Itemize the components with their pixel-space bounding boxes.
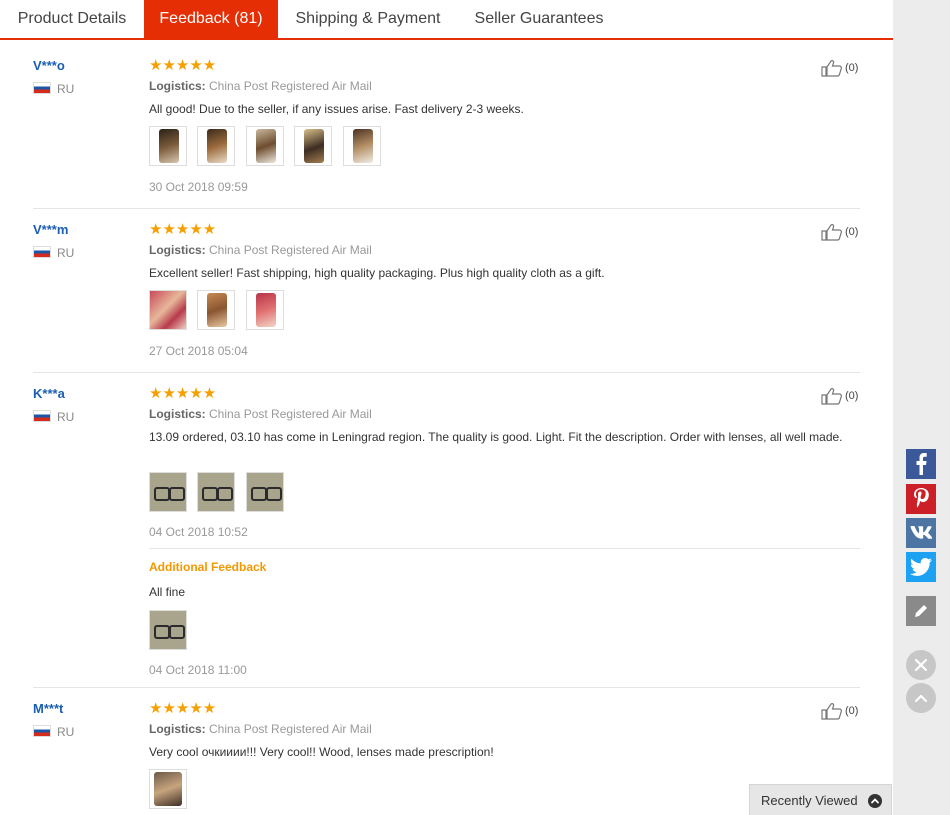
review-text: Very cool очкииии!!! Very cool!! Wood, l…	[149, 745, 494, 759]
review-photo-thumbnail[interactable]	[149, 610, 187, 650]
logistics-label: Logistics:	[149, 722, 206, 736]
additional-feedback-text: All fine	[149, 585, 186, 599]
facebook-icon	[916, 453, 927, 475]
pinterest-share-button[interactable]	[906, 484, 936, 514]
logistics-method: China Post Registered Air Mail	[209, 243, 372, 257]
review-text: All good! Due to the seller, if any issu…	[149, 102, 524, 116]
russia-flag-icon	[33, 725, 51, 737]
review-divider	[33, 687, 860, 688]
helpful-count: (0)	[845, 62, 859, 74]
review-text: 13.09 ordered, 03.10 has come in Leningr…	[149, 430, 843, 444]
review-photo-thumbnail[interactable]	[149, 290, 187, 330]
reviewer-name[interactable]: M***t	[33, 701, 63, 716]
reviewer-country: RU	[33, 82, 74, 96]
logistics-label: Logistics:	[149, 243, 206, 257]
review-photo-thumbnail[interactable]	[245, 472, 284, 512]
logistics-info: Logistics: China Post Registered Air Mai…	[149, 243, 372, 257]
thumbs-up-icon	[821, 703, 842, 720]
chevron-up-icon	[868, 794, 882, 808]
logistics-label: Logistics:	[149, 407, 206, 421]
russia-flag-icon	[33, 82, 51, 94]
logistics-method: China Post Registered Air Mail	[209, 79, 372, 93]
logistics-info: Logistics: China Post Registered Air Mai…	[149, 79, 372, 93]
russia-flag-icon	[33, 246, 51, 258]
review-photo-thumbnail[interactable]	[149, 769, 187, 809]
additional-feedback-photos	[149, 610, 193, 655]
additional-feedback-date: 04 Oct 2018 11:00	[149, 663, 247, 677]
review-divider	[33, 372, 860, 373]
review-photo-thumbnail[interactable]	[149, 472, 187, 512]
review-date: 04 Oct 2018 10:52	[149, 525, 248, 539]
recently-viewed-label: Recently Viewed	[761, 793, 858, 808]
additional-feedback-divider	[149, 548, 860, 549]
star-rating: ★★★★★	[149, 221, 217, 238]
reviewer-name[interactable]: V***m	[33, 222, 68, 237]
vk-share-button[interactable]	[906, 518, 936, 548]
review-photos	[149, 472, 290, 517]
logistics-method: China Post Registered Air Mail	[209, 407, 372, 421]
review-photo-thumbnail[interactable]	[197, 472, 236, 512]
tab-shipping-payment[interactable]: Shipping & Payment	[278, 0, 458, 38]
country-code: RU	[57, 725, 75, 739]
review-date: 27 Oct 2018 05:04	[149, 344, 248, 358]
logistics-label: Logistics:	[149, 79, 206, 93]
helpful-button[interactable]: (0)	[821, 223, 858, 241]
review-photo-thumbnail[interactable]	[149, 126, 187, 166]
reviewer-country: RU	[33, 725, 74, 739]
close-icon	[914, 658, 928, 672]
review-photo-thumbnail[interactable]	[245, 126, 284, 166]
helpful-button[interactable]: (0)	[821, 59, 858, 77]
tab-bar: Product Details Feedback (81) Shipping &…	[0, 0, 893, 40]
helpful-button[interactable]: (0)	[821, 387, 858, 405]
reviewer-country: RU	[33, 246, 74, 260]
helpful-button[interactable]: (0)	[821, 702, 858, 720]
review-photos	[149, 290, 290, 335]
helpful-count: (0)	[845, 226, 859, 238]
helpful-count: (0)	[845, 390, 859, 402]
review-text: Excellent seller! Fast shipping, high qu…	[149, 266, 605, 280]
reviewer-country: RU	[33, 410, 74, 424]
star-rating: ★★★★★	[149, 700, 217, 717]
twitter-share-button[interactable]	[906, 552, 936, 582]
reviewer-name[interactable]: V***o	[33, 58, 65, 73]
pinterest-icon	[914, 488, 929, 508]
country-code: RU	[57, 82, 75, 96]
russia-flag-icon	[33, 410, 51, 422]
review-photos	[149, 769, 193, 814]
logistics-method: China Post Registered Air Mail	[209, 722, 372, 736]
review-photo-thumbnail[interactable]	[197, 290, 236, 330]
review-photo-thumbnail[interactable]	[245, 290, 284, 330]
logistics-info: Logistics: China Post Registered Air Mai…	[149, 407, 372, 421]
facebook-share-button[interactable]	[906, 449, 936, 479]
additional-feedback-title: Additional Feedback	[149, 560, 267, 574]
helpful-count: (0)	[845, 705, 859, 717]
thumbs-up-icon	[821, 60, 842, 77]
star-rating: ★★★★★	[149, 57, 217, 74]
scroll-to-top-button[interactable]	[906, 683, 936, 713]
review-photo-thumbnail[interactable]	[342, 126, 381, 166]
logistics-info: Logistics: China Post Registered Air Mai…	[149, 722, 372, 736]
vk-icon	[910, 526, 932, 539]
country-code: RU	[57, 246, 75, 260]
star-rating: ★★★★★	[149, 385, 217, 402]
twitter-icon	[910, 558, 932, 576]
recently-viewed-toggle[interactable]: Recently Viewed	[749, 784, 892, 815]
tab-feedback[interactable]: Feedback (81)	[144, 0, 278, 40]
edit-feedback-button[interactable]	[906, 596, 936, 626]
chevron-up-icon	[914, 694, 928, 703]
tab-product-details[interactable]: Product Details	[0, 0, 144, 38]
country-code: RU	[57, 410, 75, 424]
review-photo-thumbnail[interactable]	[197, 126, 236, 166]
reviewer-name[interactable]: K***a	[33, 386, 65, 401]
close-share-button[interactable]	[906, 650, 936, 680]
tab-seller-guarantees[interactable]: Seller Guarantees	[458, 0, 620, 38]
thumbs-up-icon	[821, 388, 842, 405]
review-photos	[149, 126, 387, 171]
review-divider	[33, 208, 860, 209]
thumbs-up-icon	[821, 224, 842, 241]
pencil-icon	[915, 605, 927, 617]
review-photo-thumbnail[interactable]	[294, 126, 333, 166]
review-date: 30 Oct 2018 09:59	[149, 180, 248, 194]
